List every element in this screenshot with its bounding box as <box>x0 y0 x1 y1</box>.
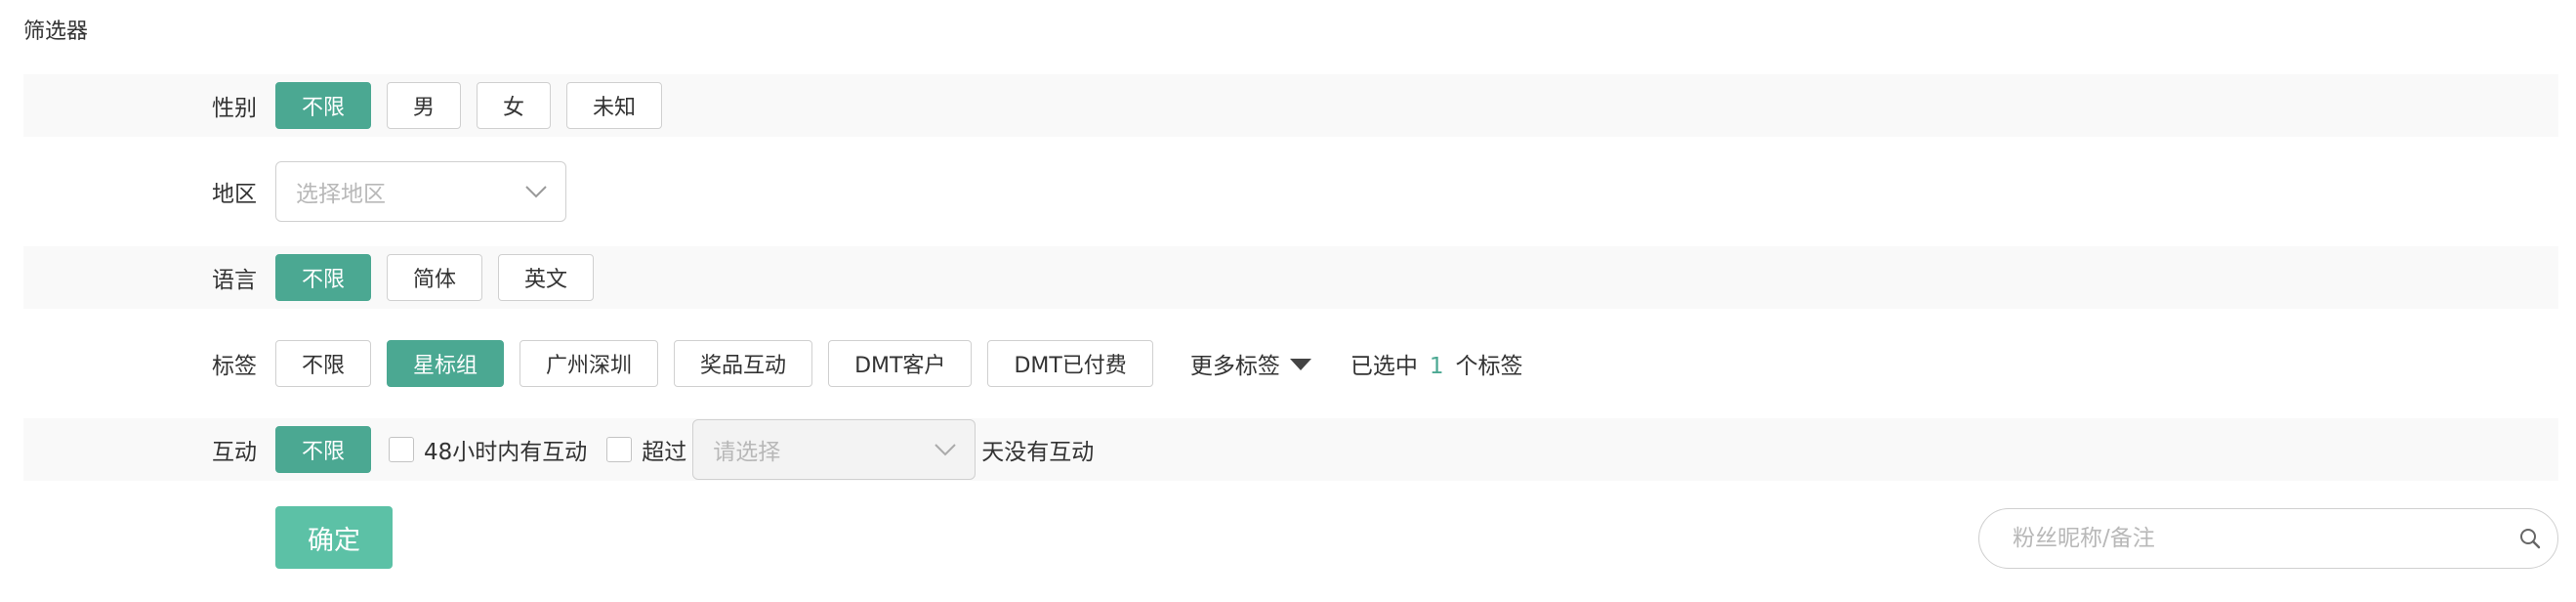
chevron-down-icon <box>935 444 957 456</box>
checkbox-icon[interactable] <box>606 437 633 462</box>
interaction-days-select[interactable]: 请选择 <box>692 419 976 480</box>
gender-option-any[interactable]: 不限 <box>275 82 372 129</box>
search-box <box>1978 508 2558 569</box>
interaction-days-placeholder: 请选择 <box>713 440 781 465</box>
gender-option-female[interactable]: 女 <box>477 82 552 129</box>
language-option-any[interactable]: 不限 <box>275 254 372 301</box>
language-option-english[interactable]: 英文 <box>498 254 595 301</box>
gender-option-male[interactable]: 男 <box>387 82 462 129</box>
selected-tags-prefix: 已选中 <box>1350 354 1418 379</box>
tags-label: 标签 <box>212 354 257 379</box>
caret-down-icon <box>1289 359 1311 370</box>
tag-option-dmt-customer[interactable]: DMT客户 <box>828 340 973 387</box>
gender-label: 性别 <box>212 96 257 121</box>
tag-option-starred[interactable]: 星标组 <box>387 340 505 387</box>
interaction-option-any[interactable]: 不限 <box>275 426 372 473</box>
region-select-placeholder: 选择地区 <box>296 182 386 207</box>
confirm-button[interactable]: 确定 <box>275 506 393 569</box>
search-input[interactable] <box>2011 525 2483 552</box>
interaction-days-suffix: 天没有互动 <box>981 440 1095 465</box>
more-tags-dropdown[interactable]: 更多标签 <box>1190 347 1311 380</box>
gender-row: 性别 不限 男 女 未知 <box>23 74 2558 137</box>
language-label: 语言 <box>212 268 257 293</box>
search-icon[interactable] <box>2518 527 2542 550</box>
filter-title: 筛选器 <box>23 20 89 44</box>
selected-tags-count: 1 <box>1429 354 1444 379</box>
tags-row: 标签 不限 星标组 广州深圳 奖品互动 DMT客户 DMT已付费 更多标签 已选… <box>23 332 2558 395</box>
checkbox-icon[interactable] <box>389 437 415 462</box>
interaction-exceed-label: 超过 <box>642 440 687 465</box>
tag-option-any[interactable]: 不限 <box>275 340 372 387</box>
region-row: 地区 选择地区 <box>23 160 2558 223</box>
chevron-down-icon <box>525 186 547 198</box>
interaction-48h-checkbox[interactable]: 48小时内有互动 <box>389 433 587 466</box>
selected-tags-suffix: 个标签 <box>1455 354 1523 379</box>
tag-option-prize-interaction[interactable]: 奖品互动 <box>674 340 813 387</box>
region-label: 地区 <box>212 182 257 207</box>
more-tags-label: 更多标签 <box>1189 354 1280 379</box>
tag-option-dmt-paid[interactable]: DMT已付费 <box>987 340 1153 387</box>
interaction-exceed-checkbox[interactable]: 超过 <box>606 433 686 466</box>
interaction-row: 互动 不限 48小时内有互动 超过 请选择 天没有互动 <box>23 418 2558 481</box>
tag-option-guangzhou-shenzhen[interactable]: 广州深圳 <box>519 340 659 387</box>
region-select[interactable]: 选择地区 <box>275 161 566 222</box>
gender-option-unknown[interactable]: 未知 <box>566 82 663 129</box>
language-row: 语言 不限 简体 英文 <box>23 246 2558 309</box>
selected-tags-info: 已选中 1 个标签 <box>1350 347 1523 380</box>
interaction-48h-label: 48小时内有互动 <box>424 440 588 465</box>
language-option-simplified[interactable]: 简体 <box>387 254 483 301</box>
interaction-label: 互动 <box>212 440 257 465</box>
